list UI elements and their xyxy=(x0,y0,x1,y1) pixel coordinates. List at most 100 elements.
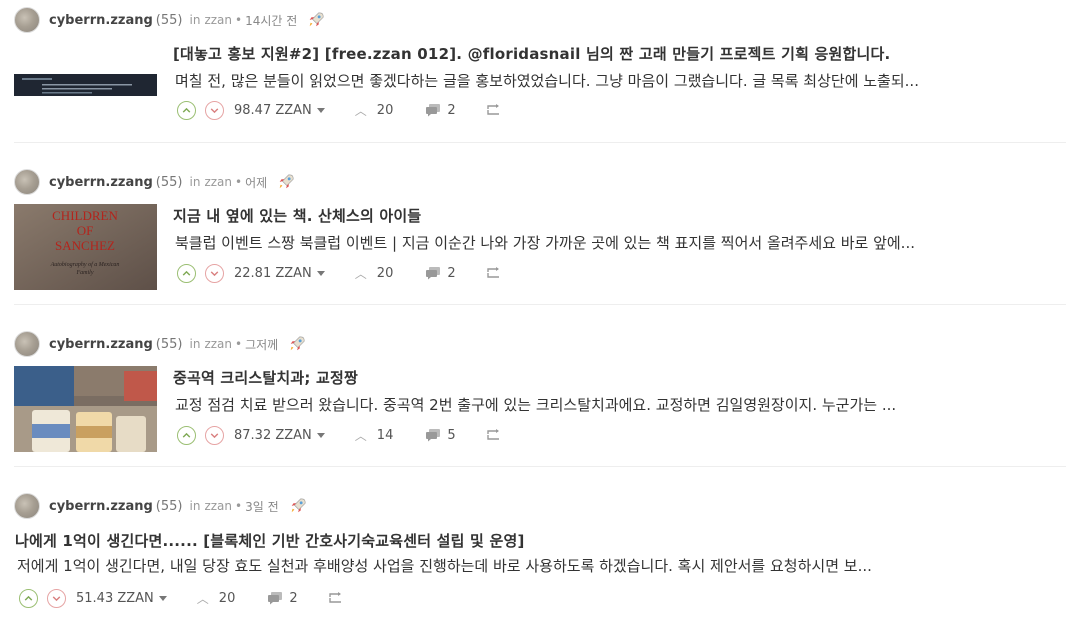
post-thumbnail[interactable] xyxy=(14,366,157,452)
post-actions: 98.47 ZZAN ︿ 20 2 xyxy=(177,98,502,122)
comment-count-value: 2 xyxy=(447,102,456,118)
post-item: cyberrn.zzang (55) in zzan • 그저께 중곡역 크리스… xyxy=(14,330,1066,460)
author-reputation: (55) xyxy=(155,174,183,190)
upvote-button[interactable] xyxy=(19,588,38,608)
payout-value[interactable]: 22.81 ZZAN xyxy=(234,266,312,281)
divider xyxy=(14,466,1066,467)
comment-count[interactable]: 2 xyxy=(267,591,298,606)
vote-count[interactable]: ︿ 20 xyxy=(197,590,236,607)
post-title[interactable]: 중곡역 크리스탈치과; 교정짱 xyxy=(173,367,358,388)
payout-value[interactable]: 98.47 ZZAN xyxy=(234,103,312,118)
rocket-icon xyxy=(290,336,305,351)
post-item: cyberrn.zzang (55) in zzan • 3일 전 나에게 1억… xyxy=(14,492,1066,618)
chevron-up-icon: ︿ xyxy=(354,103,367,118)
avatar[interactable] xyxy=(14,169,40,195)
payout-value[interactable]: 51.43 ZZAN xyxy=(76,591,154,606)
book-title-line: SANCHEZ xyxy=(55,238,115,253)
author-name[interactable]: cyberrn.zzang xyxy=(49,13,153,28)
author-name[interactable]: cyberrn.zzang xyxy=(49,337,153,352)
book-title-line: CHILDREN xyxy=(52,208,118,223)
vote-count-value: 20 xyxy=(376,102,394,118)
rocket-icon xyxy=(279,174,294,189)
post-title[interactable]: [대놓고 홍보 지원#2] [free.zzan 012]. @floridas… xyxy=(173,43,890,64)
post-time[interactable]: 그저께 xyxy=(245,336,278,353)
in-label: in xyxy=(189,175,201,189)
reblog-icon[interactable] xyxy=(486,428,502,442)
post-summary[interactable]: 며칠 전, 많은 분들이 읽었으면 좋겠다하는 글을 홍보하였었습니다. 그냥 … xyxy=(175,70,1067,91)
chevron-up-icon xyxy=(182,432,191,438)
upvote-button[interactable] xyxy=(177,100,196,120)
payout-dropdown-icon[interactable] xyxy=(316,270,325,276)
post-summary[interactable]: 북클럽 이벤트 스짱 북클럽 이벤트 | 지금 이순간 나와 가장 가까운 곳에… xyxy=(175,232,1067,253)
author-reputation: (55) xyxy=(155,498,183,514)
divider xyxy=(14,142,1066,143)
in-label: in xyxy=(189,13,201,27)
post-title[interactable]: 나에게 1억이 생긴다면...... [블록체인 기반 간호사기숙교육센터 설립… xyxy=(15,530,525,551)
post-meta: cyberrn.zzang (55) in zzan • 14시간 전 xyxy=(14,6,325,34)
comments-icon xyxy=(426,429,441,442)
chevron-down-icon xyxy=(52,595,61,601)
upvote-button[interactable] xyxy=(177,425,196,445)
rocket-icon xyxy=(309,12,324,27)
community-link[interactable]: zzan xyxy=(204,13,232,27)
post-summary[interactable]: 저에게 1억이 생긴다면, 내일 당장 효도 실천과 후배양성 사업을 진행하는… xyxy=(17,555,1062,576)
chevron-up-icon xyxy=(182,270,191,276)
post-actions: 87.32 ZZAN ︿ 14 5 xyxy=(177,423,502,447)
rocket-icon xyxy=(291,498,306,513)
payout-dropdown-icon[interactable] xyxy=(316,432,325,438)
payout-value[interactable]: 87.32 ZZAN xyxy=(234,428,312,443)
vote-count[interactable]: ︿ 20 xyxy=(355,102,394,119)
post-thumbnail[interactable] xyxy=(14,74,157,96)
avatar[interactable] xyxy=(14,331,40,357)
chevron-up-icon xyxy=(24,595,33,601)
author-name[interactable]: cyberrn.zzang xyxy=(49,175,153,190)
community-link[interactable]: zzan xyxy=(204,175,232,189)
book-subtitle-line: Family xyxy=(76,270,94,276)
reblog-icon[interactable] xyxy=(328,591,344,605)
post-time[interactable]: 3일 전 xyxy=(245,498,279,515)
chevron-up-icon xyxy=(182,107,191,113)
comment-count[interactable]: 2 xyxy=(425,265,456,281)
post-item: cyberrn.zzang (55) in zzan • 14시간 전 [대놓고… xyxy=(14,6,1066,136)
avatar[interactable] xyxy=(14,7,40,33)
separator-dot: • xyxy=(235,337,243,351)
community-link[interactable]: zzan xyxy=(204,337,232,351)
separator-dot: • xyxy=(235,13,243,27)
comment-count[interactable]: 5 xyxy=(425,427,456,443)
author-name[interactable]: cyberrn.zzang xyxy=(49,499,153,514)
payout-dropdown-icon[interactable] xyxy=(316,107,325,113)
comments-icon xyxy=(426,267,441,280)
vote-count-value: 20 xyxy=(218,590,236,606)
downvote-button[interactable] xyxy=(47,588,66,608)
post-meta: cyberrn.zzang (55) in zzan • 3일 전 xyxy=(14,492,307,520)
post-meta: cyberrn.zzang (55) in zzan • 어제 xyxy=(14,168,295,196)
reblog-icon[interactable] xyxy=(486,103,502,117)
avatar[interactable] xyxy=(14,493,40,519)
book-title-line: OF xyxy=(77,223,94,238)
community-link[interactable]: zzan xyxy=(204,499,232,513)
comment-count-value: 2 xyxy=(447,265,456,281)
downvote-button[interactable] xyxy=(205,263,224,283)
post-actions: 51.43 ZZAN ︿ 20 2 xyxy=(19,586,344,610)
post-actions: 22.81 ZZAN ︿ 20 2 xyxy=(177,261,502,285)
chevron-down-icon xyxy=(210,432,219,438)
post-thumbnail[interactable]: CHILDREN OF SANCHEZ Autobiography of a M… xyxy=(14,204,157,290)
chevron-up-icon: ︿ xyxy=(354,428,367,443)
post-summary[interactable]: 교정 점검 치료 받으러 왔습니다. 중곡역 2번 출구에 있는 크리스탈치과에… xyxy=(175,394,1053,415)
vote-count[interactable]: ︿ 14 xyxy=(355,427,394,444)
post-time[interactable]: 14시간 전 xyxy=(245,12,297,29)
post-time[interactable]: 어제 xyxy=(245,174,267,191)
vote-count[interactable]: ︿ 20 xyxy=(355,265,394,282)
in-label: in xyxy=(189,337,201,351)
comment-count-value: 5 xyxy=(447,427,456,443)
downvote-button[interactable] xyxy=(205,100,224,120)
upvote-button[interactable] xyxy=(177,263,196,283)
downvote-button[interactable] xyxy=(205,425,224,445)
vote-count-value: 14 xyxy=(376,427,394,443)
separator-dot: • xyxy=(235,499,243,513)
payout-dropdown-icon[interactable] xyxy=(158,595,167,601)
post-title[interactable]: 지금 내 옆에 있는 책. 산체스의 아이들 xyxy=(173,205,421,226)
comment-count[interactable]: 2 xyxy=(425,102,456,118)
reblog-icon[interactable] xyxy=(486,266,502,280)
separator-dot: • xyxy=(235,175,243,189)
